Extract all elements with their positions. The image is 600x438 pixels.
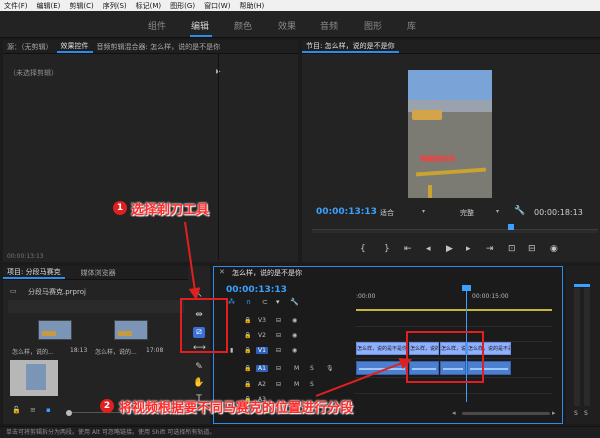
arrow-to-split [315, 357, 412, 397]
arrow-to-razor [184, 221, 201, 300]
annotation-arrows [184, 221, 412, 397]
status-bar: 单击可将剪辑拆分为两段。使用 Alt 可忽略链接。使用 Shift 可选择所有轨… [0, 426, 600, 438]
